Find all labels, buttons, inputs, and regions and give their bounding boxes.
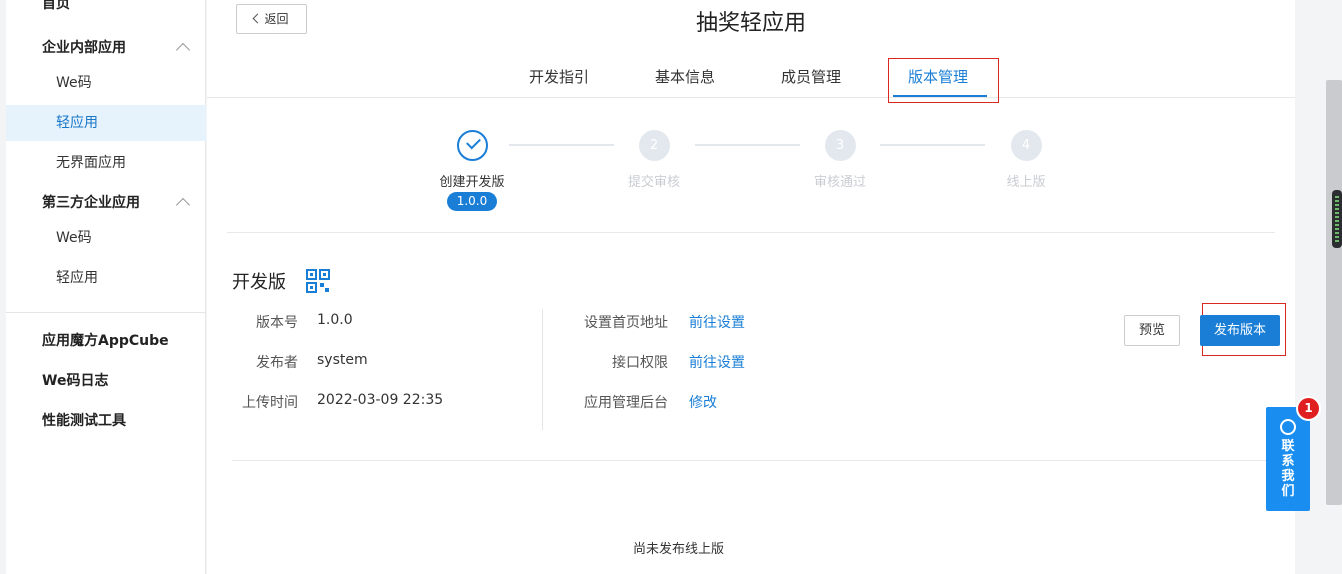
dev-version-title: 开发版 [232, 272, 286, 293]
admin-backend-label: 应用管理后台 [584, 395, 668, 411]
step-label: 审核通过 [813, 175, 866, 190]
publisher-label: 发布者 [256, 355, 298, 371]
api-permission-label: 接口权限 [612, 355, 668, 371]
vertical-divider [542, 309, 543, 430]
online-empty-text: 尚未发布线上版 [632, 542, 724, 557]
sidebar-item-internal-light-app[interactable]: 轻应用 [6, 105, 206, 141]
tab-dev-guide[interactable]: 开发指引 [529, 66, 589, 87]
step-number: 3 [824, 130, 856, 161]
tab-bar: 开发指引 基本信息 成员管理 版本管理 [207, 58, 1295, 103]
step-review-passed: 3 审核通过 [780, 130, 900, 190]
sidebar-item-wecode-log[interactable]: We码日志 [6, 363, 206, 399]
headset-icon [1280, 419, 1296, 435]
sidebar-item-internal-wecode[interactable]: We码 [6, 65, 206, 101]
upload-time-label: 上传时间 [242, 395, 298, 411]
tab-members[interactable]: 成员管理 [781, 66, 841, 87]
publisher-value: system [317, 352, 368, 368]
preview-button[interactable]: 预览 [1124, 315, 1180, 346]
contact-us-label: 联系我们 [1281, 439, 1295, 499]
version-number-value: 1.0.0 [317, 312, 353, 328]
sidebar-item-appcube[interactable]: 应用魔方AppCube [6, 323, 206, 359]
scrollbar-thumb[interactable] [1332, 190, 1342, 248]
sidebar-group-internal-apps[interactable]: 企业内部应用 [6, 30, 206, 66]
step-submit-review: 2 提交审核 [594, 130, 714, 190]
page-title: 抽奖轻应用 [695, 11, 806, 36]
scrollbar[interactable] [1326, 80, 1342, 505]
step-online: 4 线上版 [966, 130, 1086, 190]
divider [227, 232, 1275, 233]
sidebar-item-perf-test[interactable]: 性能测试工具 [6, 403, 206, 439]
upload-time-value: 2022-03-09 22:35 [317, 392, 444, 408]
version-number-label: 版本号 [256, 315, 298, 331]
divider [232, 460, 1275, 461]
sidebar-item-internal-headless-app[interactable]: 无界面应用 [6, 145, 206, 181]
step-number: 2 [638, 130, 670, 161]
step-label: 提交审核 [627, 175, 680, 190]
notification-badge: 1 [1296, 396, 1321, 421]
chevron-up-icon [175, 197, 191, 213]
contact-us-button[interactable]: 联系我们 [1266, 407, 1310, 511]
step-label: 创建开发版 [439, 175, 505, 190]
chevron-up-icon [175, 42, 191, 58]
sidebar-item-third-party-light-app[interactable]: 轻应用 [6, 260, 206, 296]
api-permission-link[interactable]: 前往设置 [689, 352, 745, 372]
sidebar: 首页 企业内部应用 We码 轻应用 无界面应用 第三方企业应用 We码 轻应用 … [6, 0, 206, 574]
sidebar-item-third-party-wecode[interactable]: We码 [6, 220, 206, 256]
sidebar-group-third-party-apps[interactable]: 第三方企业应用 [6, 185, 206, 221]
tab-highlight-box [888, 58, 999, 103]
sidebar-item-home[interactable]: 首页 [6, 0, 206, 22]
homepage-url-link[interactable]: 前往设置 [689, 312, 745, 332]
admin-backend-link[interactable]: 修改 [689, 392, 717, 412]
main-panel: 返回 抽奖轻应用 开发指引 基本信息 成员管理 版本管理 创建开发版 2 提交审… [207, 0, 1295, 574]
sidebar-divider [6, 312, 206, 313]
check-icon [456, 130, 488, 161]
step-create-dev: 创建开发版 [412, 130, 532, 190]
homepage-url-label: 设置首页地址 [584, 315, 668, 331]
step-label: 线上版 [1006, 175, 1046, 190]
step-number: 4 [1010, 130, 1042, 161]
tab-basic-info[interactable]: 基本信息 [655, 66, 715, 87]
current-version-badge: 1.0.0 [447, 192, 497, 211]
qr-code-icon[interactable] [306, 269, 330, 293]
publish-version-button[interactable]: 发布版本 [1200, 315, 1280, 346]
